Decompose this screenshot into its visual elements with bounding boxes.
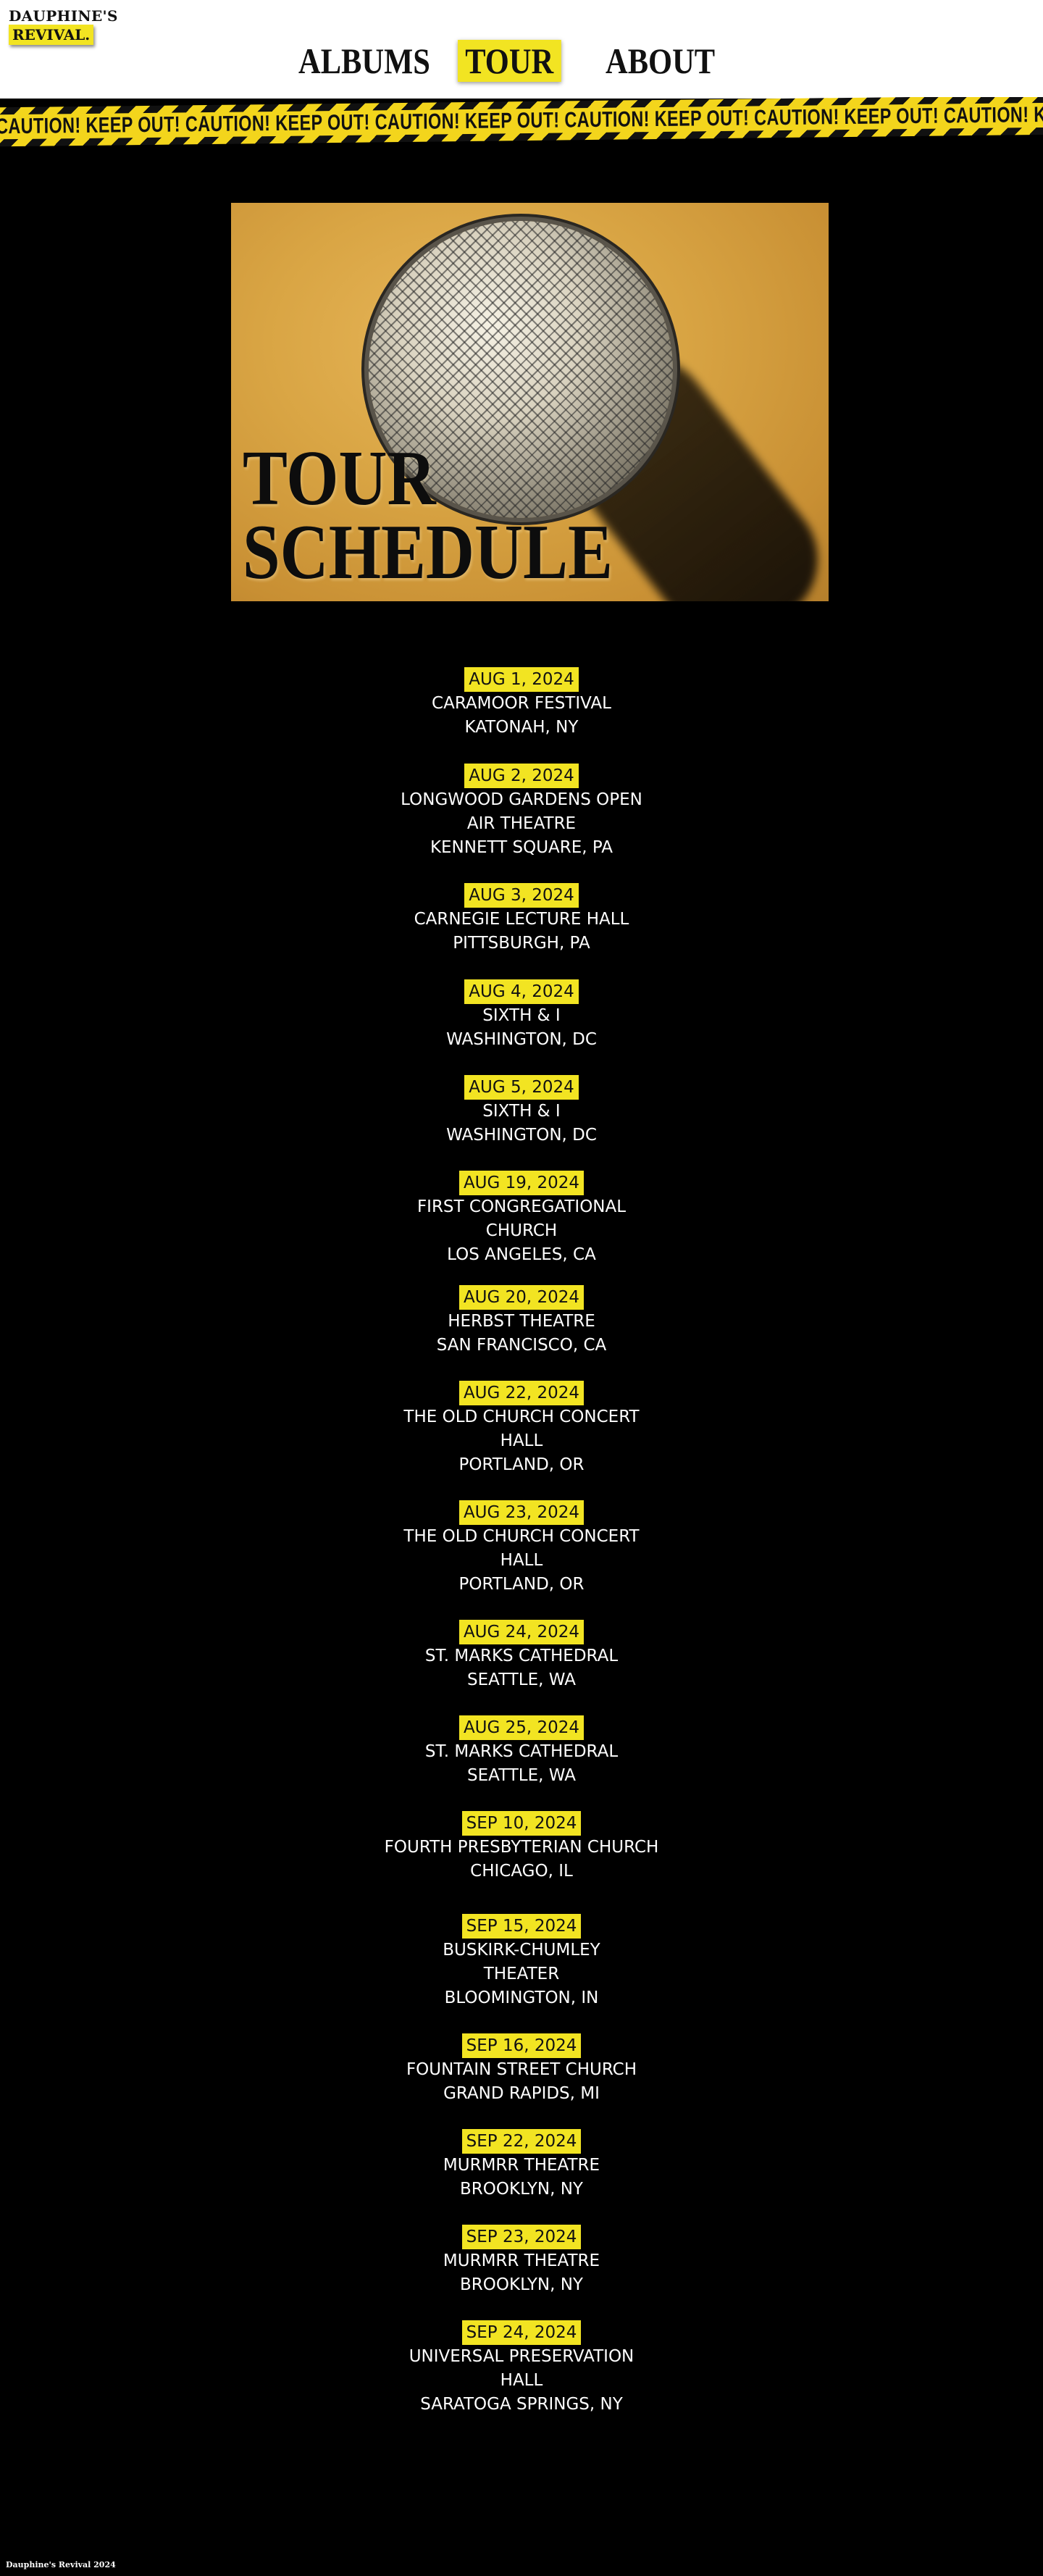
caution-tape: CAUTION! KEEP OUT! CAUTION! KEEP OUT! CA… xyxy=(0,97,1043,147)
tour-date-badge: AUG 22, 2024 xyxy=(458,1381,585,1405)
venue-name: ST. MARKS CATHEDRAL xyxy=(424,1647,619,1665)
venue-name: CARAMOOR FESTIVAL xyxy=(432,694,611,713)
venue-city: BROOKLYN, NY xyxy=(460,2180,583,2199)
venue-name: FOURTH PRESBYTERIAN CHURCH xyxy=(384,1838,659,1857)
tour-date-badge: AUG 23, 2024 xyxy=(458,1500,585,1525)
tour-date-item: AUG 5, 2024 SIXTH & I WASHINGTON, DC xyxy=(340,1075,703,1147)
page-title: TOUR SCHEDULE xyxy=(243,440,613,592)
venue-name: HERBST THEATRE xyxy=(448,1312,595,1331)
hero-image: TOUR SCHEDULE xyxy=(231,203,829,601)
venue-city: KATONAH, NY xyxy=(464,718,579,737)
venue-city: WASHINGTON, DC xyxy=(446,1126,597,1145)
tour-date-item: AUG 19, 2024 FIRST CONGREGATIONAL CHURCH LO… xyxy=(340,1171,703,1267)
tour-date-item: SEP 15, 2024 BUSKIRK-CHUMLEY THEATER BLOOMI… xyxy=(340,1914,703,2010)
venue-name: SIXTH & I xyxy=(482,1006,561,1025)
tour-date-badge: AUG 4, 2024 xyxy=(464,979,579,1004)
tour-date-badge: SEP 22, 2024 xyxy=(461,2129,582,2154)
tour-date-item: AUG 1, 2024 CARAMOOR FESTIVAL KATONAH, NY xyxy=(340,667,703,740)
tour-date-badge: AUG 20, 2024 xyxy=(458,1285,585,1310)
venue-name: FOUNTAIN STREET CHURCH xyxy=(406,2060,637,2079)
tour-date-badge: AUG 5, 2024 xyxy=(464,1075,579,1100)
tour-date-item: AUG 22, 2024 THE OLD CHURCH CONCERT HALL PO… xyxy=(340,1381,703,1477)
venue-name: SIXTH & I xyxy=(482,1102,561,1121)
venue-city: BROOKLYN, NY xyxy=(460,2275,583,2294)
tour-date-badge: AUG 1, 2024 xyxy=(464,667,579,692)
nav-tour[interactable]: TOUR xyxy=(458,40,561,82)
venue-name: HALL xyxy=(500,2371,543,2390)
venue-name: THE OLD CHURCH CONCERT xyxy=(403,1527,640,1546)
venue-name: ST. MARKS CATHEDRAL xyxy=(424,1742,619,1761)
tour-date-item: AUG 25, 2024 ST. MARKS CATHEDRAL SEATTLE, … xyxy=(340,1715,703,1788)
venue-name: THEATER xyxy=(483,1965,560,1983)
tour-date-item: AUG 20, 2024 HERBST THEATRE SAN FRANCISCO,… xyxy=(340,1285,703,1358)
venue-city: GRAND RAPIDS, MI xyxy=(443,2084,600,2103)
tour-date-badge: AUG 25, 2024 xyxy=(458,1715,585,1740)
venue-name: FIRST CONGREGATIONAL xyxy=(416,1197,627,1216)
tour-date-item: AUG 2, 2024 LONGWOOD GARDENS OPEN AIR THEA… xyxy=(340,764,703,860)
venue-city: PITTSBURGH, PA xyxy=(453,934,590,953)
tour-date-badge: SEP 15, 2024 xyxy=(461,1914,582,1939)
tour-date-item: AUG 23, 2024 THE OLD CHURCH CONCERT HALL PO… xyxy=(340,1500,703,1597)
venue-name: LONGWOOD GARDENS OPEN xyxy=(401,790,642,809)
tour-date-item: SEP 24, 2024 UNIVERSAL PRESERVATION HALL SA… xyxy=(340,2320,703,2417)
venue-city: PORTLAND, OR xyxy=(458,1455,585,1474)
tour-date-badge: AUG 3, 2024 xyxy=(464,883,579,908)
site-header: DAUPHINE'S REVIVAL. ALBUMS TOUR ABOUT xyxy=(0,0,1043,99)
tour-date-badge: AUG 19, 2024 xyxy=(458,1171,585,1195)
venue-name: BUSKIRK-CHUMLEY xyxy=(443,1941,600,1960)
main-nav: ALBUMS TOUR ABOUT xyxy=(0,38,1043,84)
venue-city: CHICAGO, IL xyxy=(470,1862,573,1881)
tour-date-badge: SEP 10, 2024 xyxy=(461,1811,582,1836)
caution-tape-text: CAUTION! KEEP OUT! CAUTION! KEEP OUT! CA… xyxy=(0,102,1043,139)
venue-name: THE OLD CHURCH CONCERT xyxy=(403,1408,640,1426)
venue-city: PORTLAND, OR xyxy=(458,1575,585,1594)
venue-city: WASHINGTON, DC xyxy=(446,1030,597,1049)
venue-city: SEATTLE, WA xyxy=(467,1766,576,1785)
tour-date-badge: AUG 2, 2024 xyxy=(464,764,579,788)
venue-name: CARNEGIE LECTURE HALL xyxy=(414,910,629,929)
venue-name: MURMRR THEATRE xyxy=(443,2251,600,2270)
caution-tape-banner: CAUTION! KEEP OUT! CAUTION! KEEP OUT! CA… xyxy=(0,97,1043,148)
venue-name: HALL xyxy=(500,1551,543,1570)
tour-date-item: SEP 22, 2024 MURMRR THEATRE BROOKLYN, NY xyxy=(340,2129,703,2201)
venue-name: CHURCH xyxy=(485,1221,558,1240)
tour-date-badge: SEP 24, 2024 xyxy=(461,2320,582,2345)
tour-date-item: SEP 16, 2024 FOUNTAIN STREET CHURCH GRAND … xyxy=(340,2033,703,2106)
venue-city: SARATOGA SPRINGS, NY xyxy=(420,2395,623,2414)
nav-albums[interactable]: ALBUMS xyxy=(298,38,430,84)
venue-name: MURMRR THEATRE xyxy=(443,2156,600,2175)
venue-city: SEATTLE, WA xyxy=(467,1670,576,1689)
venue-name: AIR THEATRE xyxy=(466,814,577,833)
venue-city: BLOOMINGTON, IN xyxy=(444,1989,599,2007)
venue-city: KENNETT SQUARE, PA xyxy=(430,838,613,857)
venue-name: UNIVERSAL PRESERVATION xyxy=(409,2347,634,2366)
tour-date-badge: AUG 24, 2024 xyxy=(458,1620,585,1644)
venue-name: HALL xyxy=(500,1431,543,1450)
tour-date-item: AUG 24, 2024 ST. MARKS CATHEDRAL SEATTLE, … xyxy=(340,1620,703,1692)
tour-date-badge: SEP 23, 2024 xyxy=(461,2225,582,2249)
nav-about[interactable]: ABOUT xyxy=(606,38,715,84)
tour-date-badge: SEP 16, 2024 xyxy=(461,2033,582,2058)
hero-title-line-2: SCHEDULE xyxy=(243,509,613,595)
venue-city: SAN FRANCISCO, CA xyxy=(436,1336,607,1355)
footer-text: Dauphine's Revival 2024 xyxy=(6,2560,116,2569)
logo-line-1: DAUPHINE'S xyxy=(9,7,118,25)
tour-date-item: SEP 10, 2024 FOURTH PRESBYTERIAN CHURCH CH… xyxy=(340,1811,703,1883)
tour-date-item: AUG 4, 2024 SIXTH & I WASHINGTON, DC xyxy=(340,979,703,1052)
tour-date-item: AUG 3, 2024 CARNEGIE LECTURE HALL PITTSBUR… xyxy=(340,883,703,955)
venue-city: LOS ANGELES, CA xyxy=(447,1245,596,1264)
tour-date-item: SEP 23, 2024 MURMRR THEATRE BROOKLYN, NY xyxy=(340,2225,703,2297)
